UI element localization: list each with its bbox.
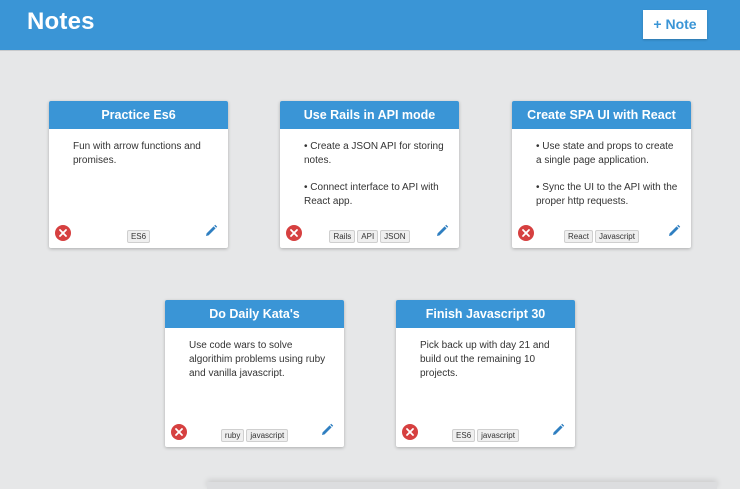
- app-title: Notes: [27, 8, 95, 35]
- note-title: Finish Javascript 30: [396, 300, 575, 328]
- tag-badge: Rails: [329, 230, 356, 243]
- note-title: Create SPA UI with React: [512, 101, 691, 129]
- note-footer: ruby javascript: [165, 419, 344, 447]
- edit-note-button[interactable]: [551, 423, 565, 437]
- note-body-text: Pick back up with day 21 and build out t…: [420, 340, 550, 379]
- add-note-button[interactable]: + Note: [643, 10, 707, 39]
- tag-badge: React: [564, 230, 593, 243]
- note-footer: React Javascript: [512, 220, 691, 248]
- note-body-text: Use code wars to solve algorithim proble…: [189, 340, 326, 379]
- edit-note-button[interactable]: [320, 423, 334, 437]
- note-card: Use Rails in API mode • Create a JSON API…: [280, 101, 459, 248]
- note-body: • Create a JSON API for storing notes. • …: [280, 129, 459, 209]
- note-body-text: • Use state and props to create a single…: [536, 141, 674, 166]
- pencil-icon: [437, 224, 449, 236]
- pencil-icon: [322, 423, 334, 435]
- pencil-icon: [206, 224, 218, 236]
- tag-list: React Javascript: [512, 230, 691, 243]
- tag-list: ruby javascript: [165, 429, 344, 442]
- note-card: Practice Es6 Fun with arrow functions and…: [49, 101, 228, 248]
- tag-badge: javascript: [477, 429, 519, 442]
- note-body: Use code wars to solve algorithim proble…: [165, 328, 344, 381]
- note-title: Practice Es6: [49, 101, 228, 129]
- note-footer: ES6 javascript: [396, 419, 575, 447]
- edit-note-button[interactable]: [204, 224, 218, 238]
- note-body-text: Fun with arrow functions and promises.: [73, 141, 201, 166]
- note-card: Create SPA UI with React • Use state and …: [512, 101, 691, 248]
- note-card: Finish Javascript 30 Pick back up with da…: [396, 300, 575, 447]
- note-body-text: • Create a JSON API for storing notes.: [304, 141, 444, 166]
- note-footer: ES6: [49, 220, 228, 248]
- tag-badge: API: [357, 230, 379, 243]
- bottom-panel-edge: [207, 482, 717, 489]
- tag-list: Rails API JSON: [280, 230, 459, 243]
- note-body-text: • Sync the UI to the API with the proper…: [536, 182, 678, 207]
- tag-badge: Javascript: [594, 230, 639, 243]
- top-bar: Notes + Note: [0, 0, 740, 51]
- note-body-text: • Connect interface to API with React ap…: [304, 182, 439, 207]
- tag-badge: ES6: [126, 230, 151, 243]
- note-body: Fun with arrow functions and promises.: [49, 129, 228, 168]
- edit-note-button[interactable]: [667, 224, 681, 238]
- note-title: Do Daily Kata's: [165, 300, 344, 328]
- note-title: Use Rails in API mode: [280, 101, 459, 129]
- tag-badge: ruby: [220, 429, 245, 442]
- pencil-icon: [669, 224, 681, 236]
- tag-list: ES6 javascript: [396, 429, 575, 442]
- note-body: • Use state and props to create a single…: [512, 129, 691, 209]
- note-card: Do Daily Kata's Use code wars to solve al…: [165, 300, 344, 447]
- pencil-icon: [553, 423, 565, 435]
- note-body: Pick back up with day 21 and build out t…: [396, 328, 575, 381]
- edit-note-button[interactable]: [435, 224, 449, 238]
- tag-list: ES6: [49, 230, 228, 243]
- note-footer: Rails API JSON: [280, 220, 459, 248]
- tag-badge: javascript: [246, 429, 289, 442]
- tag-badge: ES6: [452, 429, 476, 442]
- tag-badge: JSON: [380, 230, 410, 243]
